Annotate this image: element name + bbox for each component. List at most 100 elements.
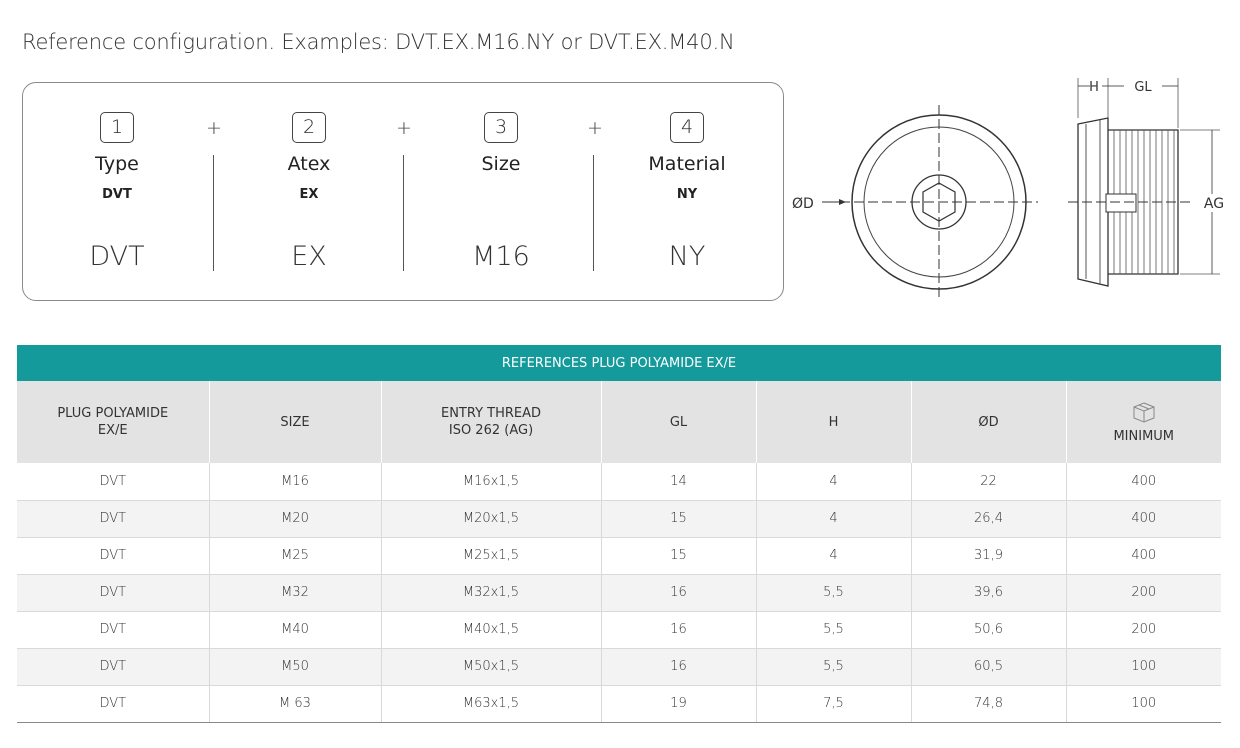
table-row: DVT M40 M40x1,5 16 5,5 50,6 200 [17,611,1221,649]
step-number-3: 3 [484,112,518,143]
header-product: PLUG POLYAMIDE EX/E [17,381,210,463]
header-thread-line1: ENTRY THREAD [440,406,542,421]
step-number-4: 4 [670,112,704,143]
cell-product: DVT [17,685,210,723]
cell-size: M50 [209,648,382,686]
reference-configurator: 1 Type DVT DVT + 2 Atex EX EX + 3 Size M… [22,82,784,301]
table-row: DVT M32 M32x1,5 16 5,5 39,6 200 [17,574,1221,612]
table-row: DVT M50 M50x1,5 16 5,5 60,5 100 [17,648,1221,686]
config-value-atex: EX [291,241,327,272]
references-table: REFERENCES PLUG POLYAMIDE EX/E PLUG POLY… [17,345,1221,723]
table-title: REFERENCES PLUG POLYAMIDE EX/E [17,345,1221,381]
config-code-type: DVT [102,187,132,202]
cell-h: 4 [756,463,912,501]
config-title-size: Size [481,153,521,175]
header-size: SIZE [209,381,382,463]
cell-h: 5,5 [756,611,912,649]
cell-h: 5,5 [756,648,912,686]
cell-gl: 15 [601,500,757,538]
cell-thread: M20x1,5 [381,500,602,538]
cell-gl: 15 [601,537,757,575]
plug-technical-drawing: ØD H GL AG [792,78,1224,300]
table-row: DVT M16 M16x1,5 14 4 22 400 [17,463,1221,501]
diameter-label: ØD [792,196,814,212]
config-title-atex: Atex [287,153,331,175]
config-code-atex: EX [299,187,319,202]
cell-size: M16 [209,463,382,501]
cell-diameter: 39,6 [911,574,1067,612]
cell-diameter: 60,5 [911,648,1067,686]
table-title-row: REFERENCES PLUG POLYAMIDE EX/E [17,345,1221,381]
cell-product: DVT [17,500,210,538]
cell-diameter: 22 [911,463,1067,501]
header-gl: GL [601,381,757,463]
cell-product: DVT [17,648,210,686]
cell-minimum: 100 [1066,685,1221,723]
cell-thread: M63x1,5 [381,685,602,723]
cell-product: DVT [17,574,210,612]
cell-minimum: 400 [1066,500,1221,538]
cell-thread: M32x1,5 [381,574,602,612]
side-view [1068,78,1220,287]
cell-minimum: 400 [1066,537,1221,575]
ag-label: AG [1204,196,1224,212]
config-title-type: Type [95,153,139,175]
cell-thread: M50x1,5 [381,648,602,686]
header-diameter: ØD [911,381,1067,463]
cell-size: M40 [209,611,382,649]
header-thread-line2: ISO 262 (AG) [448,423,534,438]
cell-size: M32 [209,574,382,612]
cell-diameter: 26,4 [911,500,1067,538]
column-divider [593,155,594,271]
header-h: H [756,381,912,463]
config-value-material: NY [668,241,706,272]
config-column-material: 4 Material NY NY [597,83,777,302]
cell-gl: 16 [601,611,757,649]
cell-gl: 19 [601,685,757,723]
cell-minimum: 200 [1066,611,1221,649]
cell-h: 4 [756,500,912,538]
cell-size: M25 [209,537,382,575]
config-value-size: M16 [472,241,530,272]
plus-sign: + [396,117,412,139]
column-divider [403,155,404,271]
gl-label: GL [1134,80,1152,95]
config-column-type: 1 Type DVT DVT [27,83,207,302]
cell-thread: M40x1,5 [381,611,602,649]
step-number-1: 1 [100,112,134,143]
cell-thread: M25x1,5 [381,537,602,575]
cell-gl: 16 [601,574,757,612]
table-row: DVT M20 M20x1,5 15 4 26,4 400 [17,500,1221,538]
box-icon [1133,401,1155,423]
cell-diameter: 50,6 [911,611,1067,649]
cell-size: M20 [209,500,382,538]
cell-h: 7,5 [756,685,912,723]
cell-h: 5,5 [756,574,912,612]
column-divider [213,155,214,271]
table-row: DVT M25 M25x1,5 15 4 31,9 400 [17,537,1221,575]
step-number-2: 2 [292,112,326,143]
page-headline: Reference configuration. Examples: DVT.E… [22,30,735,54]
config-code-material: NY [676,187,698,202]
config-column-size: 3 Size M16 [411,83,591,302]
cell-diameter: 31,9 [911,537,1067,575]
cell-gl: 16 [601,648,757,686]
cell-product: DVT [17,537,210,575]
header-minimum-label: MINIMUM [1113,428,1175,444]
cell-diameter: 74,8 [911,685,1067,723]
config-column-atex: 2 Atex EX EX [219,83,399,302]
config-value-type: DVT [89,241,145,272]
table-row: DVT M 63 M63x1,5 19 7,5 74,8 100 [17,685,1221,723]
cell-minimum: 400 [1066,463,1221,501]
cell-h: 4 [756,537,912,575]
cell-thread: M16x1,5 [381,463,602,501]
config-title-material: Material [648,153,726,175]
cell-minimum: 100 [1066,648,1221,686]
cell-product: DVT [17,463,210,501]
header-minimum: MINIMUM [1066,381,1221,463]
table-header-row: PLUG POLYAMIDE EX/E SIZE ENTRY THREAD ISO … [17,381,1221,463]
cell-minimum: 200 [1066,574,1221,612]
cell-gl: 14 [601,463,757,501]
header-product-line2: EX/E [97,423,128,438]
header-thread: ENTRY THREAD ISO 262 (AG) [381,381,602,463]
